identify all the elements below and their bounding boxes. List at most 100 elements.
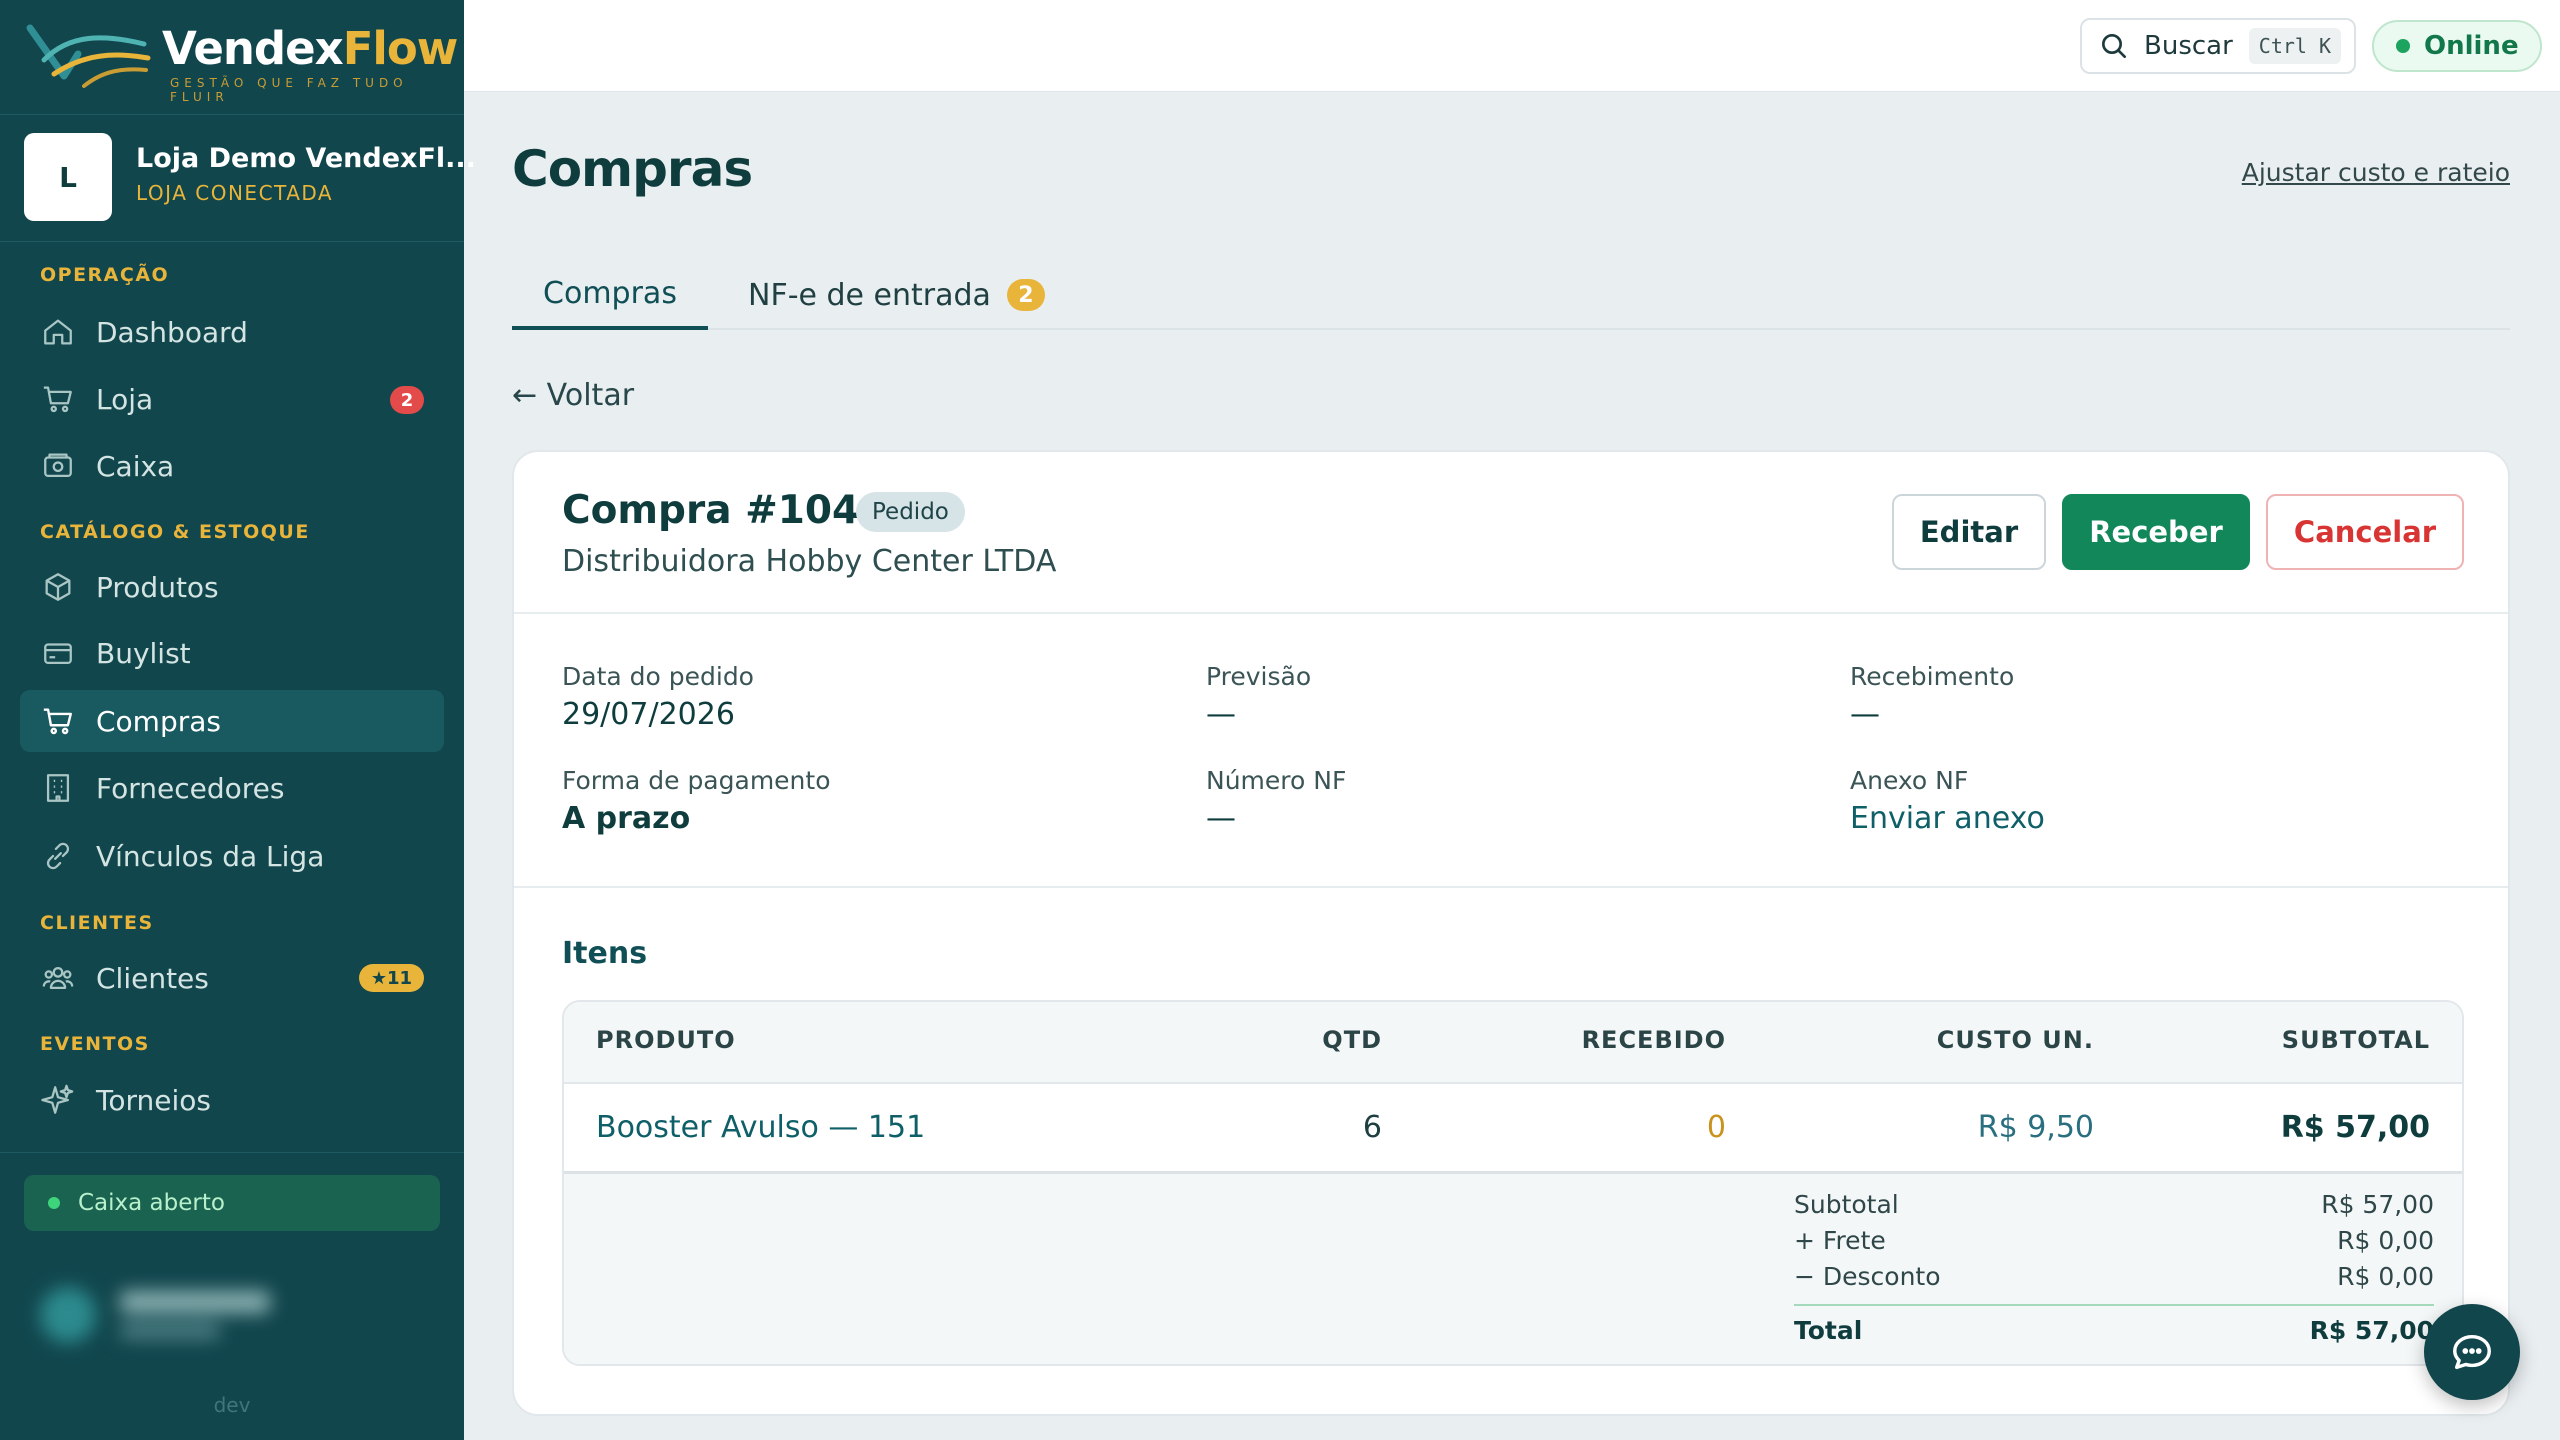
field-receipt: Recebimento — bbox=[1850, 662, 2015, 732]
nav-section-eventos: EVENTOS bbox=[40, 1033, 150, 1055]
tab-nfe-entrada[interactable]: NF-e de entrada 2 bbox=[748, 260, 1045, 330]
sidebar-item-label: Compras bbox=[96, 704, 221, 738]
purchase-title: Compra #1044 bbox=[562, 488, 887, 533]
brand-logo[interactable]: VendexFlow GESTÃO QUE FAZ TUDO FLUIR bbox=[24, 14, 458, 104]
search-icon bbox=[2102, 34, 2126, 58]
cash-register-icon bbox=[40, 448, 76, 484]
sidebar-item-fornecedores[interactable]: Fornecedores bbox=[20, 757, 444, 819]
brand-name: VendexFlow bbox=[162, 22, 458, 75]
column-header-produto: PRODUTO bbox=[596, 1026, 736, 1054]
environment-label: dev bbox=[213, 1393, 251, 1417]
building-icon bbox=[40, 770, 76, 806]
user-profile-blurred[interactable] bbox=[30, 1277, 430, 1357]
chat-button[interactable] bbox=[2424, 1304, 2520, 1400]
table-summary: Subtotal R$ 57,00 + Frete R$ 0,00 − Desc… bbox=[564, 1174, 2462, 1364]
home-icon bbox=[40, 314, 76, 350]
sidebar-item-buylist[interactable]: Buylist bbox=[20, 622, 444, 684]
product-name[interactable]: Booster Avulso — 151 bbox=[596, 1110, 925, 1145]
top-bar: Buscar Ctrl K Online bbox=[464, 0, 2560, 92]
search-label: Buscar bbox=[2144, 31, 2233, 61]
summary-total: Total R$ 57,00 bbox=[1794, 1316, 2434, 1345]
search-button[interactable]: Buscar Ctrl K bbox=[2080, 18, 2356, 74]
quantity: 6 bbox=[1362, 1110, 1382, 1145]
cash-status-indicator[interactable]: Caixa aberto bbox=[24, 1175, 440, 1231]
cart-icon bbox=[40, 703, 76, 739]
field-payment-method: Forma de pagamento A prazo bbox=[562, 766, 831, 836]
row-subtotal: R$ 57,00 bbox=[2280, 1110, 2430, 1145]
store-status: LOJA CONECTADA bbox=[136, 181, 334, 205]
items-section-title: Itens bbox=[562, 936, 648, 971]
avatar bbox=[40, 1287, 96, 1343]
nav-section-operacao: OPERAÇÃO bbox=[40, 264, 170, 286]
unit-cost: R$ 9,50 bbox=[1977, 1110, 2094, 1145]
online-status-badge: Online bbox=[2372, 20, 2542, 72]
status-dot bbox=[48, 1197, 60, 1209]
edit-button[interactable]: Editar bbox=[1892, 494, 2046, 570]
store-name: Loja Demo VendexFl... bbox=[136, 143, 476, 174]
sidebar-item-dashboard[interactable]: Dashboard bbox=[20, 301, 444, 363]
sidebar-item-label: Buylist bbox=[96, 636, 191, 670]
page-title: Compras bbox=[512, 140, 753, 198]
column-header-recebido: RECEBIDO bbox=[1581, 1026, 1726, 1054]
tabs: Compras NF-e de entrada 2 bbox=[512, 260, 2510, 330]
tab-compras[interactable]: Compras bbox=[512, 260, 708, 330]
receive-button[interactable]: Receber bbox=[2062, 494, 2250, 570]
cancel-button[interactable]: Cancelar bbox=[2266, 494, 2464, 570]
sidebar-item-label: Torneios bbox=[96, 1083, 211, 1117]
online-label: Online bbox=[2424, 31, 2519, 61]
table-header: PRODUTO QTD RECEBIDO CUSTO UN. SUBTOTAL bbox=[564, 1002, 2462, 1084]
sidebar-item-label: Caixa bbox=[96, 449, 175, 483]
nav-section-clientes: CLIENTES bbox=[40, 912, 154, 934]
received-quantity: 0 bbox=[1706, 1110, 1726, 1145]
sidebar-item-vinculos-liga[interactable]: Vínculos da Liga bbox=[20, 825, 444, 887]
sidebar-item-label: Fornecedores bbox=[96, 771, 285, 805]
purchase-card: Compra #1044 Pedido Distribuidora Hobby … bbox=[512, 450, 2510, 1416]
status-dot bbox=[2396, 39, 2410, 53]
column-header-qtd: QTD bbox=[1322, 1026, 1382, 1054]
sidebar-item-clientes[interactable]: Clientes ★11 bbox=[20, 947, 444, 1009]
store-selector[interactable]: L Loja Demo VendexFl... LOJA CONECTADA bbox=[0, 114, 476, 242]
sidebar-item-compras[interactable]: Compras bbox=[20, 690, 444, 752]
notification-badge: 2 bbox=[390, 386, 424, 414]
nav-section-catalogo: CATÁLOGO & ESTOQUE bbox=[40, 521, 310, 543]
sidebar-item-produtos[interactable]: Produtos bbox=[20, 556, 444, 618]
loyalty-badge: ★11 bbox=[358, 964, 424, 992]
brand-tagline: GESTÃO QUE FAZ TUDO FLUIR bbox=[170, 76, 408, 104]
purchase-header: Compra #1044 Pedido Distribuidora Hobby … bbox=[514, 452, 2508, 614]
adjust-cost-link[interactable]: Ajustar custo e rateio bbox=[2242, 158, 2510, 187]
cart-icon bbox=[40, 381, 76, 417]
box-icon bbox=[40, 569, 76, 605]
cash-status-label: Caixa aberto bbox=[78, 1190, 225, 1216]
items-table: PRODUTO QTD RECEBIDO CUSTO UN. SUBTOTAL … bbox=[562, 1000, 2464, 1366]
search-shortcut: Ctrl K bbox=[2248, 28, 2342, 64]
brand-wave-icon bbox=[26, 24, 151, 88]
status-badge: Pedido bbox=[856, 492, 965, 532]
upload-attachment-link[interactable]: Enviar anexo bbox=[1850, 801, 2045, 836]
sidebar-item-caixa[interactable]: Caixa bbox=[20, 435, 444, 497]
supplier-name: Distribuidora Hobby Center LTDA bbox=[562, 544, 1057, 579]
field-nf-attachment: Anexo NF Enviar anexo bbox=[1850, 766, 2045, 836]
field-order-date: Data do pedido 29/07/2026 bbox=[562, 662, 754, 732]
field-forecast: Previsão — bbox=[1206, 662, 1312, 732]
summary-divider bbox=[1794, 1304, 2434, 1306]
table-row[interactable]: Booster Avulso — 151 6 0 R$ 9,50 R$ 57,0… bbox=[564, 1084, 2462, 1174]
back-link[interactable]: ← Voltar bbox=[512, 378, 634, 413]
sidebar-item-label: Vínculos da Liga bbox=[96, 839, 325, 873]
summary-discount: − Desconto R$ 0,00 bbox=[1794, 1262, 2434, 1291]
store-avatar: L bbox=[24, 133, 112, 221]
chat-bubble-icon bbox=[2453, 1334, 2491, 1370]
sidebar-footer: Caixa aberto dev bbox=[0, 1152, 464, 1440]
field-nf-number: Número NF — bbox=[1206, 766, 1347, 836]
sidebar-item-loja[interactable]: Loja 2 bbox=[20, 368, 444, 430]
column-header-subtotal: SUBTOTAL bbox=[2281, 1026, 2430, 1054]
summary-subtotal: Subtotal R$ 57,00 bbox=[1794, 1190, 2434, 1219]
users-icon bbox=[40, 960, 76, 996]
summary-freight: + Frete R$ 0,00 bbox=[1794, 1226, 2434, 1255]
count-badge: 2 bbox=[1006, 279, 1045, 311]
sidebar: VendexFlow GESTÃO QUE FAZ TUDO FLUIR L L… bbox=[0, 0, 476, 1440]
link-icon bbox=[40, 838, 76, 874]
divider bbox=[514, 886, 2508, 888]
sidebar-item-torneios[interactable]: Torneios bbox=[20, 1069, 444, 1131]
sidebar-item-label: Dashboard bbox=[96, 315, 248, 349]
sidebar-item-label: Produtos bbox=[96, 570, 219, 604]
